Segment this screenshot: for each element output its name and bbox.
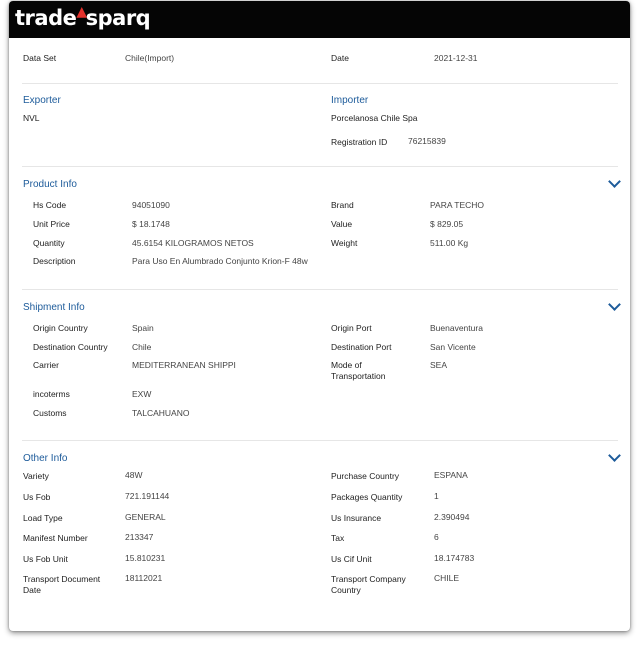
logo-text-left: trade xyxy=(15,6,77,30)
date-value: 2021-12-31 xyxy=(434,53,478,63)
divider xyxy=(22,83,618,84)
mode-of-transportation-label: Mode of Transportation xyxy=(331,360,386,381)
description-label: Description xyxy=(33,256,76,266)
shipment-info-title[interactable]: Shipment Info xyxy=(23,302,85,313)
logo-text-right: sparq xyxy=(85,6,151,30)
divider xyxy=(22,289,618,290)
destination-port-label: Destination Port xyxy=(331,342,392,352)
origin-country-value: Spain xyxy=(132,323,154,333)
date-label: Date xyxy=(331,53,349,63)
description-value: Para Uso En Alumbrado Conjunto Krion-F 4… xyxy=(132,256,308,266)
purchase-country-value: ESPANA xyxy=(434,470,468,480)
brand-label: Brand xyxy=(331,200,354,210)
brand-value: PARA TECHO xyxy=(430,200,485,210)
record-content: Data Set Chile(Import) Date 2021-12-31 E… xyxy=(9,38,630,631)
customs-value: TALCAHUANO xyxy=(132,408,190,418)
manifest-number-label: Manifest Number xyxy=(23,533,88,543)
transport-company-country-value: CHILE xyxy=(434,573,460,583)
us-fob-label: Us Fob xyxy=(23,492,51,502)
us-cif-unit-value: 18.174783 xyxy=(434,553,475,563)
divider xyxy=(22,440,618,441)
packages-quantity-value: 1 xyxy=(434,491,439,501)
purchase-country-label: Purchase Country xyxy=(331,471,400,481)
dataset-label: Data Set xyxy=(23,53,57,63)
us-fob-unit-label: Us Fob Unit xyxy=(23,554,68,564)
value-label: Value xyxy=(331,219,353,229)
transport-document-date-label: Transport Document Date xyxy=(23,574,101,595)
weight-label: Weight xyxy=(331,238,358,248)
quantity-label: Quantity xyxy=(33,238,65,248)
exporter-value: NVL xyxy=(23,113,40,123)
variety-label: Variety xyxy=(23,471,49,481)
transport-company-country-label: Transport Company Country xyxy=(331,574,406,595)
other-info-title[interactable]: Other Info xyxy=(23,453,67,464)
tradesparq-logo[interactable]: trade▲sparq xyxy=(15,4,151,30)
carrier-label: Carrier xyxy=(33,360,59,370)
us-insurance-label: Us Insurance xyxy=(331,513,382,523)
incoterms-value: EXW xyxy=(132,389,152,399)
quantity-value: 45.6154 KILOGRAMOS NETOS xyxy=(132,238,254,248)
load-type-value: GENERAL xyxy=(125,512,166,522)
unit-price-value: $ 18.1748 xyxy=(132,219,170,229)
origin-port-label: Origin Port xyxy=(331,323,372,333)
us-insurance-value: 2.390494 xyxy=(434,512,470,522)
load-type-label: Load Type xyxy=(23,513,63,523)
dataset-value: Chile(Import) xyxy=(125,53,175,63)
destination-country-label: Destination Country xyxy=(33,342,108,352)
divider xyxy=(22,166,618,167)
destination-port-value: San Vicente xyxy=(430,342,476,352)
incoterms-label: incoterms xyxy=(33,389,70,399)
variety-value: 48W xyxy=(125,470,143,480)
origin-port-value: Buenaventura xyxy=(430,323,483,333)
transport-document-date-value: 18112021 xyxy=(125,573,163,583)
us-fob-unit-value: 15.810231 xyxy=(125,553,166,563)
record-card: trade▲sparq Data Set Chile(Import) Date … xyxy=(9,1,630,631)
registration-value: 76215839 xyxy=(408,136,446,146)
top-bar: trade▲sparq xyxy=(9,1,630,38)
tax-value: 6 xyxy=(434,532,439,542)
exporter-title: Exporter xyxy=(23,95,61,106)
importer-title: Importer xyxy=(331,95,369,106)
us-fob-value: 721.191144 xyxy=(125,491,170,501)
chevron-down-icon[interactable] xyxy=(608,175,621,188)
mode-of-transportation-value: SEA xyxy=(430,360,448,370)
carrier-value: MEDITERRANEAN SHIPPI xyxy=(132,360,236,370)
destination-country-value: Chile xyxy=(132,342,152,352)
weight-value: 511.00 Kg xyxy=(430,238,469,248)
unit-price-label: Unit Price xyxy=(33,219,70,229)
customs-label: Customs xyxy=(33,408,67,418)
tax-label: Tax xyxy=(331,533,345,543)
us-cif-unit-label: Us Cif Unit xyxy=(331,554,372,564)
chevron-down-icon[interactable] xyxy=(608,449,621,462)
origin-country-label: Origin Country xyxy=(33,323,88,333)
registration-label: Registration ID xyxy=(331,137,388,147)
manifest-number-value: 213347 xyxy=(125,532,154,542)
flame-icon: ▲ xyxy=(76,4,87,20)
chevron-down-icon[interactable] xyxy=(608,298,621,311)
packages-quantity-label: Packages Quantity xyxy=(331,492,403,502)
value-value: $ 829.05 xyxy=(430,219,464,229)
hs-code-value: 94051090 xyxy=(132,200,170,210)
product-info-title[interactable]: Product Info xyxy=(23,179,77,190)
hs-code-label: Hs Code xyxy=(33,200,67,210)
importer-value: Porcelanosa Chile Spa xyxy=(331,113,418,123)
